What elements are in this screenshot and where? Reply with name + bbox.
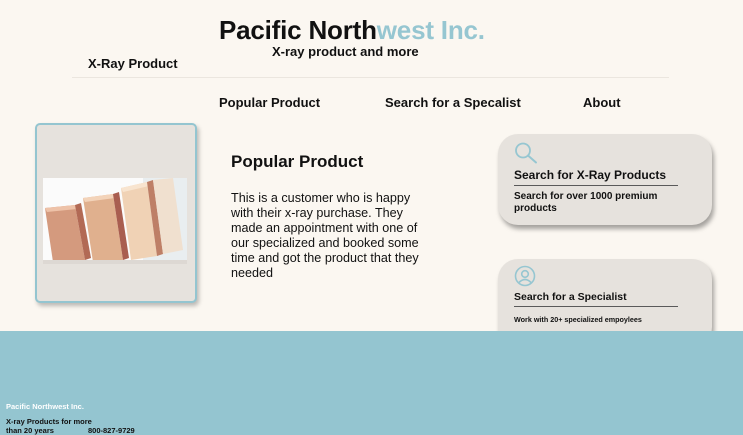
card-search-products[interactable]: Search for X-Ray Products Search for ove… <box>498 134 712 225</box>
section-title: Popular Product <box>231 152 364 171</box>
card-title: Search for a Specialist <box>514 291 678 307</box>
title-accent: west Inc. <box>376 15 485 45</box>
site-subtitle: X-ray product and more <box>272 44 419 59</box>
card-description: Work with 20+ specialized empoylees <box>514 315 642 324</box>
brand-label[interactable]: X-Ray Product <box>88 56 178 71</box>
search-icon <box>514 142 538 169</box>
footer-company: Pacific Northwest Inc. <box>6 402 84 411</box>
header-divider <box>72 77 669 78</box>
section-body: This is a customer who is happy with the… <box>231 191 419 280</box>
title-main: Pacific North <box>219 15 377 45</box>
card-title: Search for X-Ray Products <box>514 168 678 186</box>
nav-popular-product[interactable]: Popular Product <box>219 95 320 110</box>
site-title: Pacific Northwest Inc. <box>219 15 485 46</box>
footer: Pacific Northwest Inc. X-ray Products fo… <box>0 331 743 435</box>
nav-about[interactable]: About <box>583 95 621 110</box>
footer-tagline: X-ray Products for more than 20 years <box>6 417 92 435</box>
footer-phone[interactable]: 800-827-9729 <box>88 426 135 435</box>
product-photo <box>43 178 187 264</box>
product-photo-card <box>35 123 197 303</box>
user-icon <box>514 265 536 292</box>
nav-search-specialist[interactable]: Search for a Specalist <box>385 95 521 110</box>
card-description: Search for over 1000 premium products <box>514 191 658 214</box>
